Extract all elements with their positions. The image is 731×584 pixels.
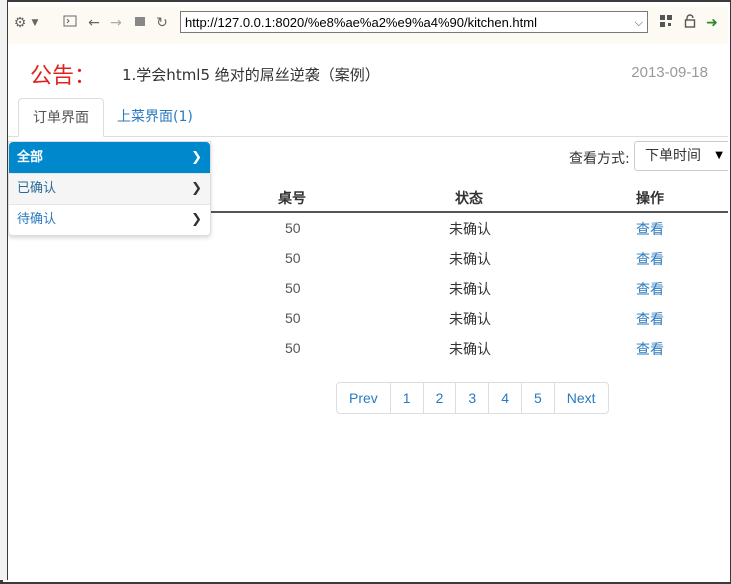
cell-status: 未确认 <box>449 312 491 328</box>
url-input[interactable]: http://127.0.0.1:8020/%e8%ae%a2%e9%a4%90… <box>180 11 648 33</box>
menu-item-all[interactable]: 全部 ❯ <box>9 142 210 174</box>
cell-status: 未确认 <box>449 252 491 268</box>
pagination: Prev 1 2 3 4 5 Next <box>336 382 609 414</box>
menu-item-label: 待确认 <box>17 212 57 227</box>
header-table-no: 桌号 <box>278 191 306 207</box>
tab-orders[interactable]: 订单界面 <box>18 98 104 137</box>
filter-menu: 全部 ❯ 已确认 ❯ 待确认 ❯ <box>8 141 211 236</box>
cell-table-no: 50 <box>285 310 301 326</box>
left-edge <box>0 0 8 580</box>
page-5-button[interactable]: 5 <box>522 383 555 413</box>
reload-icon[interactable]: ↻ <box>154 14 170 32</box>
menu-item-pending[interactable]: 待确认 ❯ <box>9 205 210 235</box>
view-mode-select[interactable]: 下单时间 ▼ <box>634 141 728 171</box>
lock-icon[interactable] <box>682 14 698 32</box>
cell-status: 未确认 <box>449 342 491 358</box>
view-mode-label: 查看方式: <box>569 151 630 167</box>
chevron-down-icon[interactable]: ▼ <box>30 14 40 32</box>
header-status: 状态 <box>455 191 483 207</box>
page-4-button[interactable]: 4 <box>489 383 522 413</box>
page-2-button[interactable]: 2 <box>424 383 457 413</box>
notice-label: 公告： <box>30 64 97 89</box>
caret-down-icon: ▼ <box>715 150 723 161</box>
tab-bar: 订单界面 上菜界面(1) <box>8 98 728 137</box>
view-mode-value: 下单时间 <box>645 148 701 164</box>
view-link[interactable]: 查看 <box>636 309 664 329</box>
cell-status: 未确认 <box>449 222 491 238</box>
stop-icon[interactable] <box>132 14 148 32</box>
page-next-button[interactable]: Next <box>555 383 608 413</box>
browser-viewport: ⚙ ▼ ← → ↻ http://127.0.0.1:8020/%e8%ae%a… <box>8 6 728 580</box>
view-link[interactable]: 查看 <box>636 279 664 299</box>
menu-item-label: 已确认 <box>17 181 57 196</box>
notice-text: 1.学会html5 绝对的屌丝逆袭（案例） <box>122 66 380 84</box>
tab-serving[interactable]: 上菜界面(1) <box>103 98 207 136</box>
chevron-right-icon: ❯ <box>191 181 202 196</box>
chevron-right-icon: ❯ <box>191 212 202 227</box>
menu-item-label: 全部 <box>17 150 44 165</box>
cell-table-no: 50 <box>285 220 301 236</box>
go-arrow-icon[interactable]: ➜ <box>704 14 720 32</box>
cell-table-no: 50 <box>285 340 301 356</box>
view-link[interactable]: 查看 <box>636 249 664 269</box>
forward-icon[interactable]: → <box>108 14 124 32</box>
browser-toolbar: ⚙ ▼ ← → ↻ http://127.0.0.1:8020/%e8%ae%a… <box>8 6 728 44</box>
page-1-button[interactable]: 1 <box>391 383 424 413</box>
view-link[interactable]: 查看 <box>636 219 664 239</box>
header-action: 操作 <box>636 191 664 207</box>
cell-table-no: 50 <box>285 280 301 296</box>
terminal-icon[interactable] <box>62 14 78 32</box>
view-link[interactable]: 查看 <box>636 339 664 359</box>
cell-table-no: 50 <box>285 250 301 266</box>
chevron-right-icon: ❯ <box>191 150 202 165</box>
url-dropdown-icon[interactable]: ⌵ <box>635 12 643 34</box>
notice-date: 2013-09-18 <box>631 64 708 81</box>
gear-icon[interactable]: ⚙ <box>12 14 28 32</box>
page-3-button[interactable]: 3 <box>456 383 490 413</box>
page-prev-button[interactable]: Prev <box>337 383 391 413</box>
back-icon[interactable]: ← <box>86 14 102 32</box>
qr-code-icon[interactable] <box>658 14 674 32</box>
cell-status: 未确认 <box>449 282 491 298</box>
menu-item-confirmed[interactable]: 已确认 ❯ <box>9 174 210 205</box>
header-divider <box>209 211 728 213</box>
url-text: http://127.0.0.1:8020/%e8%ae%a2%e9%a4%90… <box>185 15 537 30</box>
